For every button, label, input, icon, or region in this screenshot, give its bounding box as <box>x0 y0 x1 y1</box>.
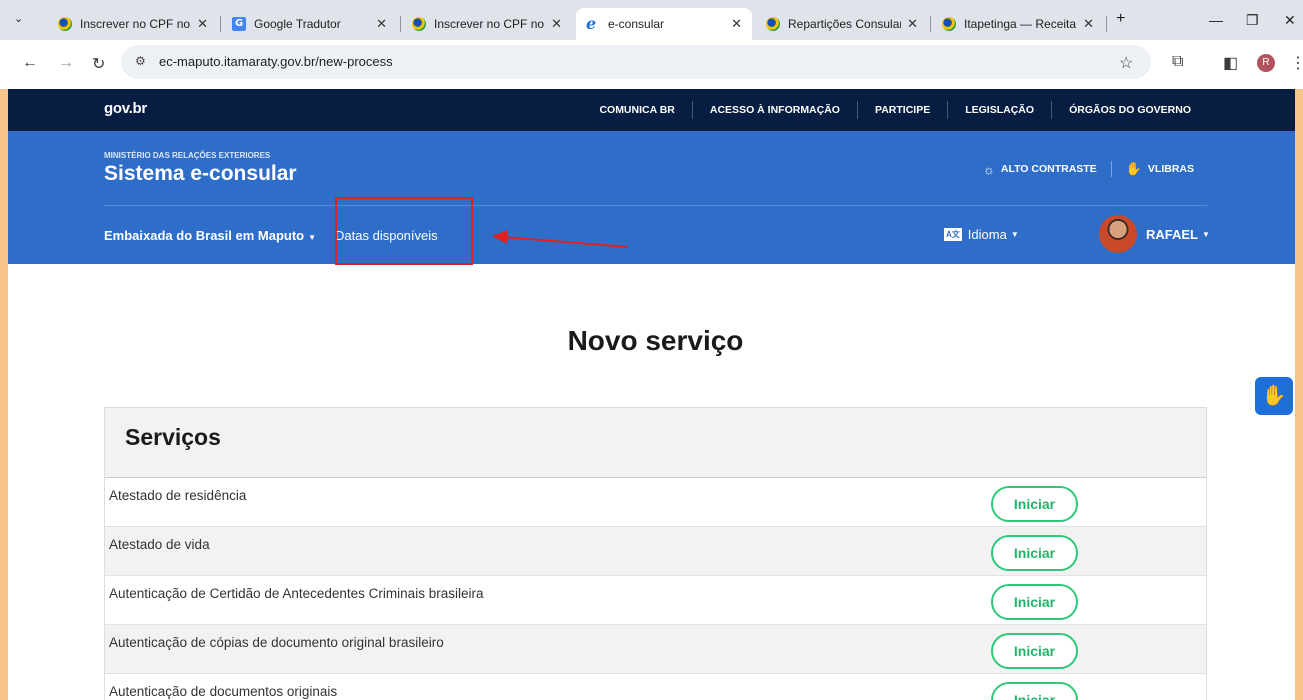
list-item: Autenticação de cópias de documento orig… <box>105 625 1206 674</box>
web-page: gov.br COMUNICA BR ACESSO À INFORMAÇÃO P… <box>8 89 1303 700</box>
restore-icon[interactable]: ❐ <box>1246 12 1259 29</box>
service-name: Atestado de vida <box>109 537 210 552</box>
tab-divider <box>1106 16 1107 32</box>
list-item: Autenticação de documentos originais Ini… <box>105 674 1206 700</box>
tab-search-icon[interactable]: ⌄ <box>14 12 23 25</box>
tab-itapetinga[interactable]: Itapetinga — Receita ✕ <box>932 8 1104 40</box>
close-icon[interactable]: ✕ <box>551 16 562 32</box>
service-name: Autenticação de Certidão de Antecedentes… <box>109 586 484 601</box>
translate-icon <box>232 17 246 31</box>
tab-divider <box>220 16 221 32</box>
close-icon[interactable]: ✕ <box>731 16 742 32</box>
close-icon[interactable]: ✕ <box>197 16 208 32</box>
reload-icon[interactable]: ↻ <box>92 54 105 74</box>
tab-title: Google Tradutor <box>254 17 341 31</box>
menu-kebab-icon[interactable]: ⋮ <box>1290 53 1303 73</box>
tab-title: Inscrever no CPF no e <box>80 17 192 31</box>
close-icon[interactable]: ✕ <box>376 16 387 32</box>
start-button[interactable]: Iniciar <box>991 633 1078 669</box>
start-button[interactable]: Iniciar <box>991 535 1078 571</box>
vlibras-widget-button[interactable]: ✋ <box>1255 377 1293 415</box>
close-window-icon[interactable]: ✕ <box>1284 12 1296 29</box>
tab-cpf-1[interactable]: Inscrever no CPF no e ✕ <box>48 8 218 40</box>
list-item: Atestado de vida Iniciar <box>105 527 1206 576</box>
close-icon[interactable]: ✕ <box>1083 16 1094 32</box>
gov-icon <box>766 17 780 31</box>
forward-icon[interactable]: → <box>58 54 74 72</box>
browser-toolbar: ← → ↻ ⚙ ec-maputo.itamaraty.gov.br/new-p… <box>0 40 1303 89</box>
tab-e-consular[interactable]: e e-consular ✕ <box>576 8 752 40</box>
tab-title: Repartições Consular <box>788 17 902 31</box>
tab-divider <box>930 16 931 32</box>
gov-icon <box>942 17 956 31</box>
extensions-icon[interactable]: ⧉ <box>1172 53 1183 71</box>
gov-icon <box>412 17 426 31</box>
close-icon[interactable]: ✕ <box>907 16 918 32</box>
tab-cpf-2[interactable]: Inscrever no CPF no e ✕ <box>402 8 572 40</box>
site-info-icon[interactable]: ⚙ <box>135 54 146 68</box>
service-name: Atestado de residência <box>109 488 247 503</box>
page-title: Novo serviço <box>567 325 744 356</box>
tab-reparticoes[interactable]: Repartições Consular ✕ <box>756 8 928 40</box>
tab-title: e-consular <box>608 17 665 31</box>
tab-divider <box>400 16 401 32</box>
address-bar[interactable]: ⚙ ec-maputo.itamaraty.gov.br/new-process <box>121 45 1151 79</box>
hand-sign-icon: ✋ <box>1261 385 1287 407</box>
back-icon[interactable]: ← <box>22 54 38 72</box>
tab-strip: ⌄ Inscrever no CPF no e ✕ Google Traduto… <box>0 0 1303 40</box>
services-heading: Serviços <box>105 408 1206 478</box>
scrollbar[interactable] <box>1295 89 1303 700</box>
service-name: Autenticação de documentos originais <box>109 684 338 699</box>
gov-icon <box>58 17 72 31</box>
new-tab-button[interactable]: + <box>1116 10 1125 28</box>
e-icon: e <box>586 14 597 33</box>
start-button[interactable]: Iniciar <box>991 584 1078 620</box>
url-text[interactable]: ec-maputo.itamaraty.gov.br/new-process <box>159 54 393 69</box>
services-list: Atestado de residência Iniciar Atestado … <box>105 478 1206 700</box>
tab-title: Itapetinga — Receita <box>964 17 1077 31</box>
services-panel: Serviços Atestado de residência Iniciar … <box>104 407 1207 700</box>
bookmark-star-icon[interactable]: ☆ <box>1119 53 1133 73</box>
start-button[interactable]: Iniciar <box>991 682 1078 700</box>
minimize-icon[interactable]: — <box>1209 12 1223 28</box>
side-panel-icon[interactable]: ◧ <box>1223 53 1238 73</box>
tab-title: Inscrever no CPF no e <box>434 17 546 31</box>
list-item: Autenticação de Certidão de Antecedentes… <box>105 576 1206 625</box>
start-button[interactable]: Iniciar <box>991 486 1078 522</box>
service-name: Autenticação de cópias de documento orig… <box>109 635 444 650</box>
profile-avatar[interactable]: R <box>1257 54 1275 72</box>
tab-google-translate[interactable]: Google Tradutor ✕ <box>222 8 397 40</box>
list-item: Atestado de residência Iniciar <box>105 478 1206 527</box>
